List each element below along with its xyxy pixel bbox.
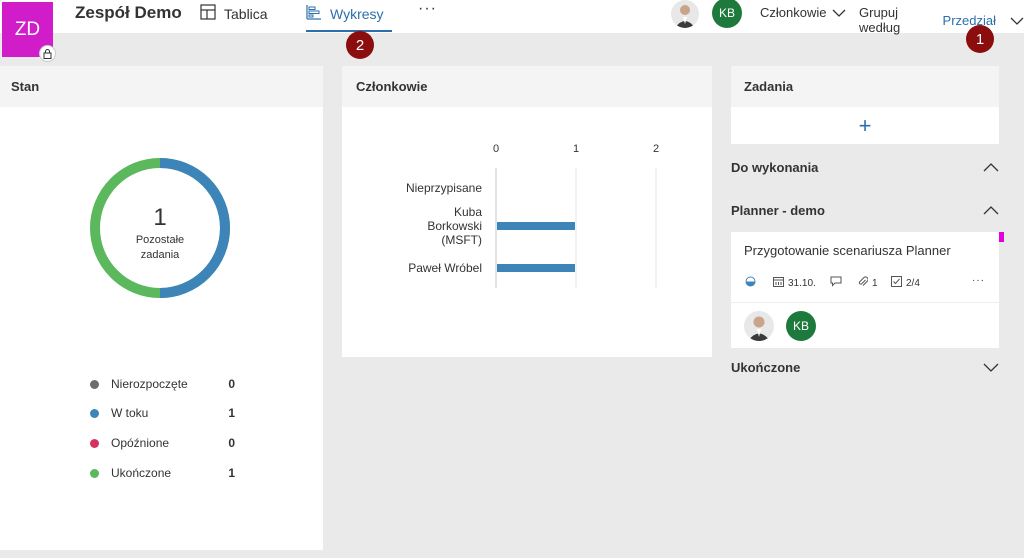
due-date-label: 31.10. [788,277,816,289]
section-planner-demo[interactable]: Planner - demo [731,203,999,218]
members-filter-label: Członkowie [760,5,827,20]
checklist: 2/4 [891,276,920,290]
callout-badge-2: 2 [346,31,374,59]
attachments: 1 [858,276,878,290]
remaining-label-line-1: Pozostałe [135,234,185,246]
chart-category-label: (MSFT) [441,233,482,247]
comment-icon[interactable] [830,276,842,287]
legend-label: Ukończone [111,466,172,480]
legend-count: 1 [228,406,235,420]
chart-x-tick-label: 0 [493,143,499,155]
group-by-label: Grupuj według [859,5,901,35]
more-tabs-button[interactable]: ··· [418,0,437,18]
paperclip-icon [858,276,869,290]
team-avatar-initials: ZD [14,18,41,40]
tasks-panel: Zadania + [731,66,999,144]
chart-bar [497,264,575,272]
active-tab-indicator [306,30,392,32]
legend-count: 1 [228,466,235,480]
team-name: Zespół Demo [75,3,182,22]
section-label: Planner - demo [731,203,825,218]
progress-icon[interactable] [745,276,756,287]
legend-count: 0 [228,436,235,450]
section-to-do[interactable]: Do wykonania [731,160,999,175]
tasks-panel-title: Zadania [731,66,999,107]
tab-board[interactable]: Tablica [200,4,268,23]
legend-dot [90,438,99,448]
section-label: Do wykonania [731,160,819,175]
status-panel-title: Stan [0,66,323,107]
legend-row-completed: Ukończone 1 [90,466,235,480]
chart-category-label: Kuba [454,205,482,219]
assignee-photo-avatar[interactable] [744,311,774,341]
tab-board-label: Tablica [224,5,268,22]
board-icon [200,4,216,23]
section-completed[interactable]: Ukończone [731,360,999,375]
chevron-down-icon [832,5,846,20]
chart-category-label: Nieprzypisane [406,181,482,195]
add-icon: + [858,112,872,138]
member-avatar-kb-initials: KB [718,6,735,20]
legend-label: Nierozpoczęte [111,377,188,391]
lock-icon [39,45,56,62]
calendar-icon [773,276,784,290]
task-title: Przygotowanie scenariusza Planner [744,243,951,258]
chart-x-tick-label: 2 [653,143,659,155]
legend-dot [90,468,99,478]
chevron-up-icon [983,203,999,218]
chart-icon [306,4,322,23]
chart-category-label: Paweł Wróbel [408,261,482,275]
legend-count: 0 [228,377,235,391]
assignee-avatar-kb[interactable]: KB [786,311,816,341]
legend-row-late: Opóźnione 0 [90,436,235,450]
legend-row-in-progress: W toku 1 [90,406,235,420]
legend-label: Opóźnione [111,436,170,450]
add-task-button[interactable]: + [731,107,999,144]
chart-category-label: Borkowski [427,219,482,233]
chevron-down-icon [983,360,999,375]
checklist-progress: 2/4 [906,277,920,289]
task-more-button[interactable]: ··· [972,275,985,286]
task-card-divider [731,302,999,303]
chevron-down-icon [1010,13,1024,28]
group-by-dropdown[interactable]: Grupuj według Przedział [859,5,1024,35]
remaining-label-line-2: zadania [140,249,180,261]
group-by-value: Przedział [942,12,996,28]
legend-row-not-started: Nierozpoczęte 0 [90,377,235,391]
section-label: Ukończone [731,360,801,375]
legend-dot [90,379,99,389]
assignee-avatar-kb-initials: KB [792,319,809,333]
chevron-up-icon [983,160,999,175]
task-label-indicator [999,232,1004,242]
members-filter-dropdown[interactable]: Członkowie [760,5,846,20]
checklist-icon [891,276,902,290]
attachments-count: 1 [872,277,878,289]
member-photo-avatar[interactable] [671,0,699,28]
tab-charts[interactable]: Wykresy [306,4,384,23]
callout-badge-1: 1 [966,25,994,53]
remaining-count: 1 [153,204,167,231]
due-date: 31.10. [773,276,816,290]
legend-label: W toku [111,406,149,420]
members-bar-chart: 0 1 2 Nieprzypisane KubaBorkowski(MSFT) Paweł… [406,143,659,288]
chart-bar [497,222,575,230]
legend-dot [90,408,99,418]
chart-x-tick-label: 1 [573,143,579,155]
members-panel-title: Członkowie [342,66,712,107]
tab-charts-label: Wykresy [330,5,384,22]
